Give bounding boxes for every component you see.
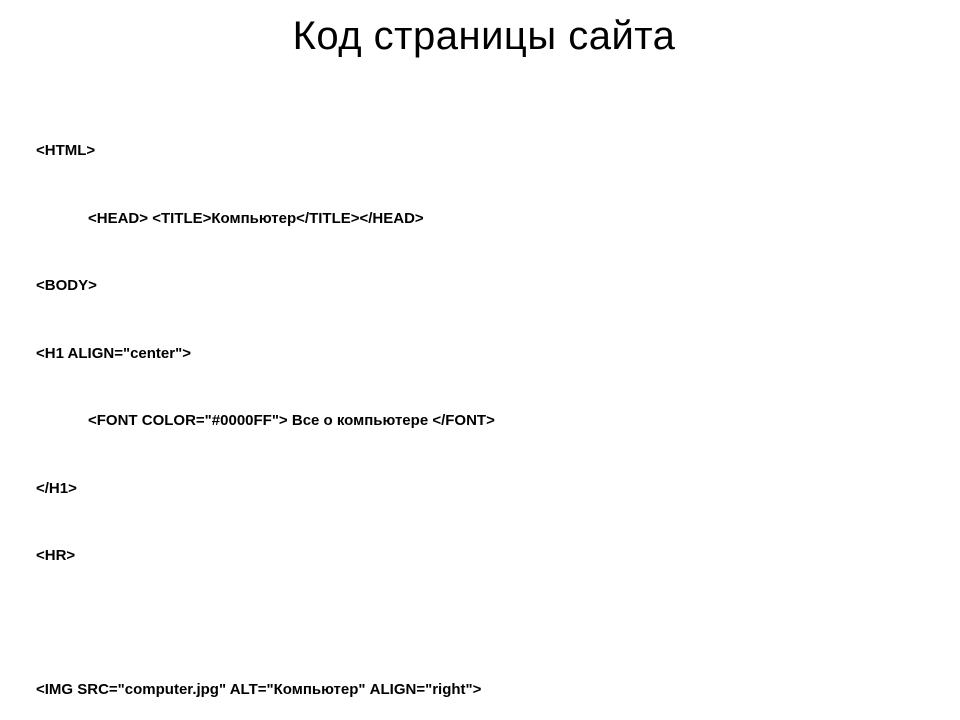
- code-block: <HTML> <HEAD> <TITLE>Компьютер</TITLE></…: [36, 95, 932, 720]
- code-line: <HR>: [36, 545, 932, 568]
- code-line: </H1>: [36, 478, 932, 501]
- code-line: <HTML>: [36, 140, 932, 163]
- code-line: <HEAD> <TITLE>Компьютер</TITLE></HEAD>: [36, 208, 932, 231]
- slide: Код страницы сайта <HTML> <HEAD> <TITLE>…: [0, 14, 960, 720]
- code-line: <IMG SRC="computer.jpg" ALT="Компьютер" …: [36, 679, 932, 702]
- slide-title: Код страницы сайта: [36, 14, 932, 59]
- code-line: <H1 ALIGN="center">: [36, 343, 932, 366]
- code-line: <BODY>: [36, 275, 932, 298]
- code-line: <FONT COLOR="#0000FF"> Все о компьютере …: [36, 410, 932, 433]
- blank-line: [36, 613, 932, 634]
